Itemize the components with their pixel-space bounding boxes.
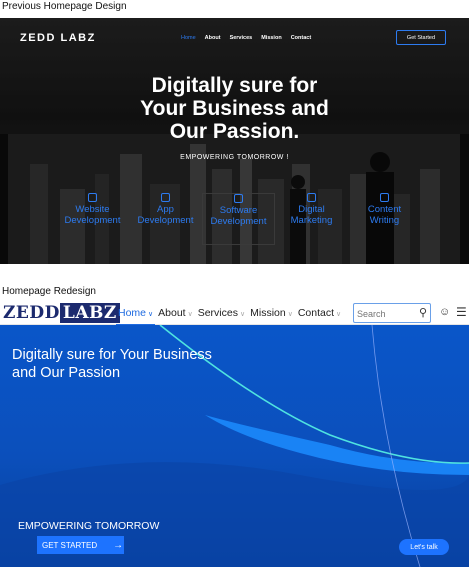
comparison-page: Previous Homepage Design ZEDD LABZ Home …: [0, 0, 469, 567]
new-navbar: ZEDD LABZ Home ∨ About ∨ Services ∨ Mission ∨…: [0, 301, 469, 326]
old-services-row: Website Development App Development Soft…: [56, 193, 421, 245]
service-label-line2: Development: [137, 215, 194, 226]
old-get-started-button[interactable]: Get Started: [396, 30, 446, 45]
previous-design-caption: Previous Homepage Design: [2, 1, 127, 12]
service-label-line2: Development: [210, 216, 267, 227]
service-label-line2: Marketing: [290, 215, 333, 226]
service-label-line2: Development: [64, 215, 121, 226]
lets-talk-button[interactable]: Let's talk: [399, 539, 449, 555]
old-navbar: ZEDD LABZ Home About Services Mission Co…: [0, 30, 469, 50]
search-box: ⚲: [353, 303, 431, 323]
hero-title: Digitally sure for Your Business and Our…: [12, 347, 212, 381]
redesign-caption: Homepage Redesign: [2, 286, 96, 297]
search-icon[interactable]: ⚲: [419, 306, 427, 319]
old-logo[interactable]: ZEDD LABZ: [20, 32, 96, 44]
old-nav-menu: Home About Services Mission Contact: [181, 35, 311, 41]
nav-item-contact[interactable]: Contact ∨: [298, 307, 341, 319]
service-software-development[interactable]: Software Development: [202, 193, 275, 245]
code-icon: [234, 194, 243, 203]
megaphone-icon: [307, 193, 316, 202]
chevron-down-icon: ∨: [239, 311, 246, 318]
arrow-right-icon: →: [113, 539, 124, 551]
redesigned-homepage-screenshot: ZEDD LABZ Home ∨ About ∨ Services ∨ Mission ∨…: [0, 301, 469, 567]
nav-item-mission[interactable]: Mission ∨: [250, 307, 293, 319]
service-app-development[interactable]: App Development: [129, 193, 202, 245]
service-digital-marketing[interactable]: Digital Marketing: [275, 193, 348, 245]
old-hero-heading: Digitally sure for Your Business and Our…: [0, 74, 469, 143]
get-started-label: GET STARTED: [42, 540, 98, 550]
service-label-line1: Software: [219, 205, 258, 216]
service-label-line1: Content: [367, 204, 402, 215]
service-label-line1: Digital: [298, 204, 325, 215]
old-nav-about[interactable]: About: [205, 35, 221, 41]
document-icon: [380, 193, 389, 202]
old-hero-line-1: Digitally sure for: [151, 74, 318, 97]
nav-item-about[interactable]: About ∨: [158, 307, 193, 319]
nav-item-home[interactable]: Home ∨: [115, 307, 156, 326]
monitor-icon: [88, 193, 97, 202]
hero-tagline: EMPOWERING TOMORROW: [18, 520, 160, 532]
user-settings-icon[interactable]: ☺: [439, 306, 450, 318]
service-content-writing[interactable]: Content Writing: [348, 193, 421, 245]
chevron-down-icon: ∨: [336, 311, 342, 318]
previous-homepage-screenshot: ZEDD LABZ Home About Services Mission Co…: [0, 18, 469, 264]
logo-text-labz: LABZ: [59, 303, 120, 323]
nav-label: Services: [197, 307, 238, 319]
get-started-button[interactable]: GET STARTED →: [37, 536, 124, 554]
new-hero-section: Digitally sure for Your Business and Our…: [0, 325, 469, 567]
service-label-line1: Website: [75, 204, 110, 215]
new-nav-menu: Home ∨ About ∨ Services ∨ Mission ∨ Contact ∨: [115, 307, 341, 326]
nav-label: Contact: [297, 307, 335, 319]
phone-icon: [161, 193, 170, 202]
old-subheading: EMPOWERING TOMORROW !: [180, 154, 289, 161]
logo-text-zedd: ZEDD: [3, 303, 60, 323]
hamburger-menu-icon[interactable]: ☰: [456, 305, 467, 319]
chevron-down-icon: ∨: [287, 311, 293, 318]
nav-label: Mission: [250, 307, 286, 319]
service-label-line1: App: [157, 204, 174, 215]
nav-item-services[interactable]: Services ∨: [198, 307, 245, 319]
nav-label: About: [158, 307, 186, 319]
old-hero-line-3: Our Passion.: [169, 120, 300, 143]
service-label-line2: Writing: [369, 215, 400, 226]
search-input[interactable]: [357, 305, 415, 323]
chevron-down-icon: ∨: [148, 311, 154, 318]
old-nav-mission[interactable]: Mission: [261, 35, 281, 41]
old-nav-services[interactable]: Services: [230, 35, 253, 41]
old-nav-home[interactable]: Home: [181, 35, 196, 41]
old-nav-contact[interactable]: Contact: [291, 35, 311, 41]
service-website-development[interactable]: Website Development: [56, 193, 129, 245]
chevron-down-icon: ∨: [187, 311, 193, 318]
new-logo[interactable]: ZEDD LABZ: [3, 303, 120, 323]
nav-label: Home: [118, 307, 147, 319]
old-hero-line-2: Your Business and: [140, 97, 329, 120]
